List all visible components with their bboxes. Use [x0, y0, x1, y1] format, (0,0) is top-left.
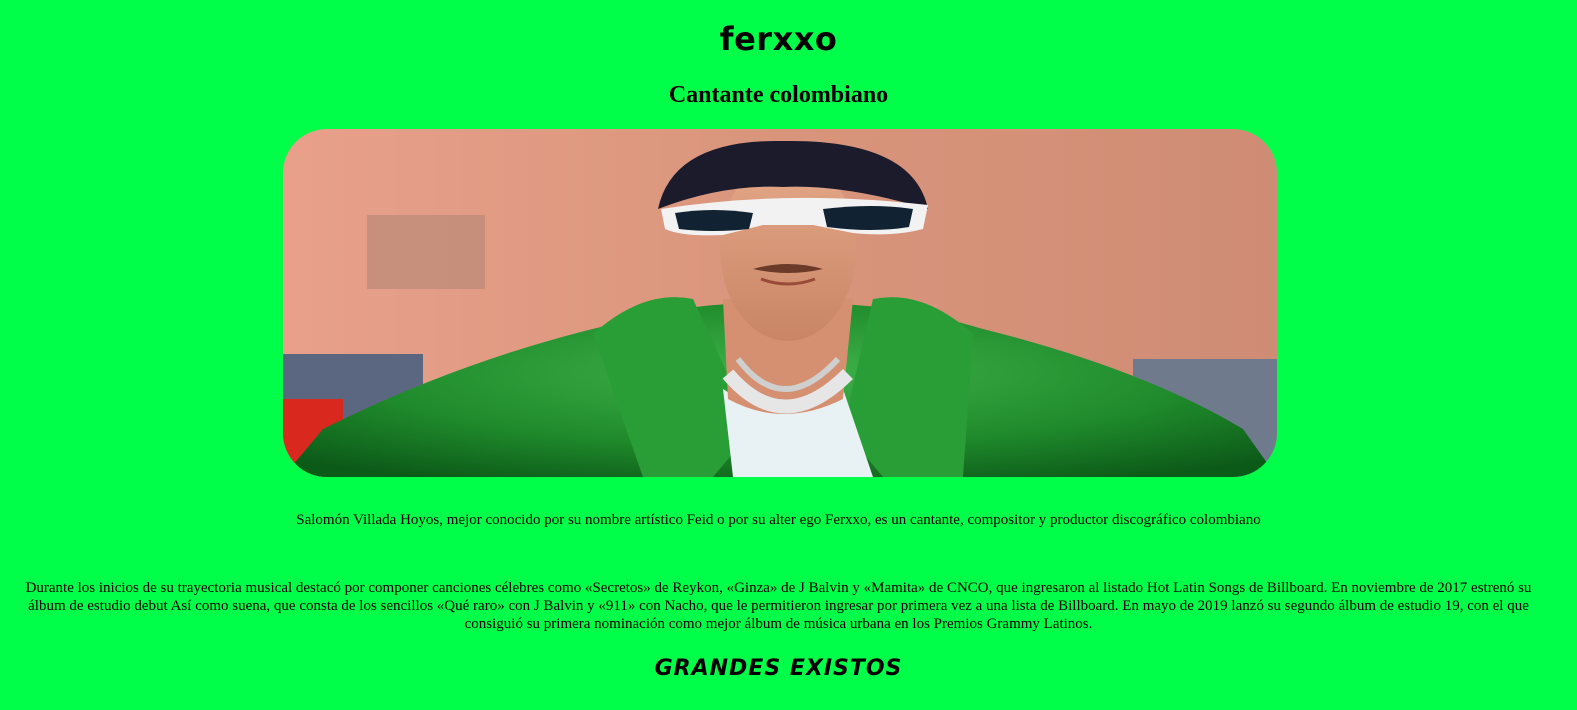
page-title: ferxxo: [719, 20, 838, 58]
bio-paragraph: Durante los inicios de su trayectoria mu…: [25, 580, 1532, 632]
page-subtitle: Cantante colombiano: [668, 82, 889, 108]
scrollbar-track[interactable]: [1565, 0, 1577, 710]
section-heading-hits: GRANDES EXISTOS: [654, 656, 903, 681]
artist-photo: [283, 129, 1277, 477]
intro-paragraph: Salomón Villada Hoyos, mejor conocido po…: [296, 512, 1261, 528]
page: ferxxo Cantante colombiano Salomón Villa…: [0, 0, 1565, 710]
